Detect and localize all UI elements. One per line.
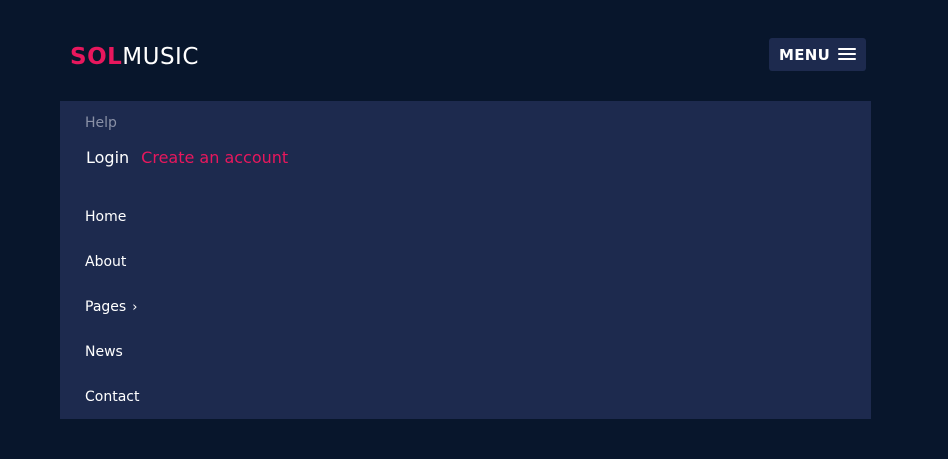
logo-music: MUSIC	[122, 44, 199, 70]
create-account-link[interactable]: Create an account	[141, 148, 288, 167]
auth-links: Login Create an account	[86, 148, 288, 167]
menu-button-label: MENU	[779, 45, 831, 64]
nav-item-pages[interactable]: Pages ›	[85, 295, 139, 340]
chevron-right-icon: ›	[132, 300, 138, 315]
nav-item-home[interactable]: Home	[85, 205, 139, 250]
nav-item-contact[interactable]: Contact	[85, 385, 139, 430]
nav-item-label: News	[85, 344, 123, 360]
login-link[interactable]: Login	[86, 148, 129, 167]
nav-item-news[interactable]: News	[85, 340, 139, 385]
nav-item-label: Contact	[85, 389, 140, 405]
help-link[interactable]: Help	[85, 115, 117, 131]
menu-button[interactable]: MENU	[769, 38, 866, 71]
main-nav: Home About Pages › News Contact	[85, 205, 139, 430]
logo-sol: SOL	[70, 44, 123, 70]
logo[interactable]: SOLMUSIC	[70, 43, 199, 71]
nav-item-label: About	[85, 254, 127, 270]
nav-item-label: Pages	[85, 299, 127, 315]
hamburger-icon	[838, 48, 856, 62]
menu-panel: Help Login Create an account Home About P…	[60, 101, 871, 419]
nav-item-label: Home	[85, 209, 127, 225]
nav-item-about[interactable]: About	[85, 250, 139, 295]
page: SOLMUSIC MENU Help Login Create an accoun…	[0, 0, 948, 459]
